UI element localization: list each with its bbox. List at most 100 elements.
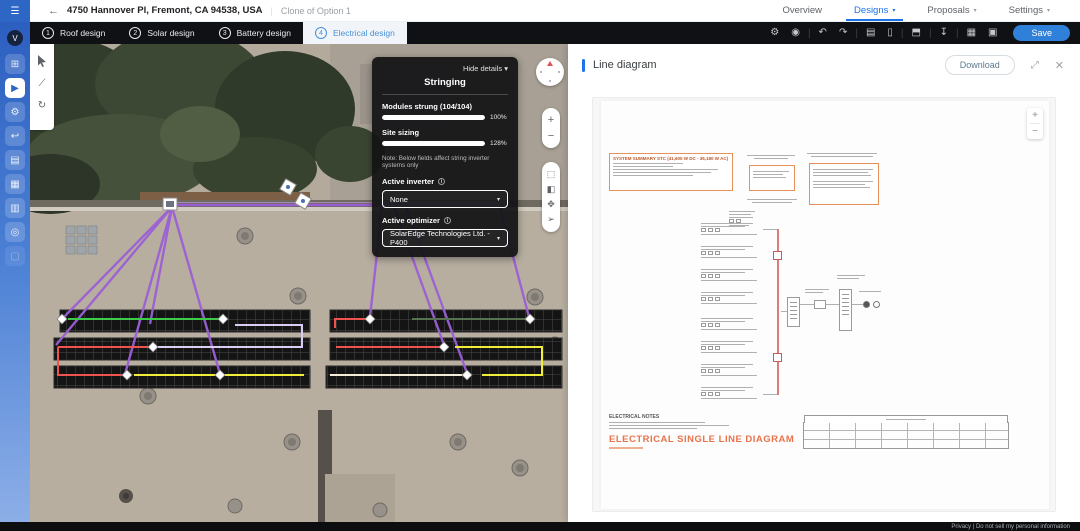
save-button[interactable]: Save [1013, 25, 1070, 41]
diagram-title-block: ELECTRICAL SINGLE LINE DIAGRAM [609, 434, 794, 449]
info-icon[interactable]: i [438, 178, 445, 185]
settings-gear-icon[interactable]: ⚙ [764, 22, 785, 44]
divider: | [853, 28, 860, 39]
measure-tool-icon[interactable]: ⟋ [34, 72, 50, 94]
site-sizing-progress-bar [382, 141, 485, 146]
system-summary-title: SYSTEM SUMMARY STC (41,600 W DC - 36,180… [613, 156, 729, 161]
panel-note [747, 197, 801, 203]
rotate-tool-icon[interactable]: ↻ [34, 94, 50, 116]
close-icon[interactable]: ✕ [1055, 59, 1064, 72]
undo-icon[interactable]: ↶ [813, 22, 833, 44]
pan-icon[interactable]: ✥ [547, 197, 555, 212]
sidebar-target-icon[interactable]: ◎ [5, 222, 25, 242]
user-avatar[interactable]: V [7, 30, 23, 46]
monitor-icon[interactable]: ▣ [982, 22, 1003, 44]
string-schematic-2 [701, 244, 763, 258]
redo-icon[interactable]: ↷ [833, 22, 853, 44]
active-inverter-select[interactable]: None ▾ [382, 190, 508, 208]
stringing-panel: Hide details ▾ Stringing Modules strung … [372, 57, 518, 257]
site-sizing-label: Site sizing [382, 128, 508, 137]
diagram-subtitle [609, 447, 643, 449]
calculator-icon[interactable]: ▤ [860, 22, 881, 44]
nav-settings[interactable]: Settings▾ [993, 0, 1066, 21]
download-icon[interactable]: ↧ [934, 22, 954, 44]
sidebar-design-active-icon[interactable]: ▶ [5, 78, 25, 98]
chevron-down-icon: ▾ [974, 7, 977, 14]
sidebar-share-icon[interactable]: ↩ [5, 126, 25, 146]
download-button[interactable]: Download [945, 55, 1015, 75]
map-tool-strip: ⟋ ↻ [30, 44, 54, 130]
diagram-zoom-out-button[interactable]: − [1032, 124, 1038, 139]
step-battery-design[interactable]: 3 Battery design [207, 22, 303, 44]
view-mode-icon[interactable]: ⬚ [547, 167, 556, 182]
zoom-out-button[interactable]: − [548, 128, 554, 144]
diagram-title: ELECTRICAL SINGLE LINE DIAGRAM [609, 434, 794, 445]
line-diagram-panel: Line diagram Download ⤢ ✕ + − SYSTEM SUM… [568, 44, 1080, 522]
string-schematic-8 [701, 385, 763, 399]
nav-designs[interactable]: Designs▾ [838, 0, 911, 21]
step-electrical-design[interactable]: 4 Electrical design [303, 22, 407, 44]
modules-progress-bar [382, 115, 485, 120]
diagram-zoom-control: + − [1027, 108, 1043, 139]
inverter-box [814, 300, 826, 309]
select-cursor-icon[interactable] [34, 50, 50, 72]
line-diagram-viewer[interactable]: + − SYSTEM SUMMARY STC (41,600 W DC - 36… [592, 97, 1056, 512]
main-nav: Overview Designs▾ Proposals▾ Settings▾ [766, 0, 1066, 21]
sidebar-document-icon[interactable]: ▤ [5, 150, 25, 170]
modules-progress-percent: 100% [490, 114, 508, 121]
map-zoom-control: + − [542, 108, 560, 148]
privacy-links[interactable]: Privacy | Do not sell my personal inform… [951, 524, 1070, 530]
sidebar-more-icon[interactable]: ▢ [5, 246, 25, 266]
meter-icon [873, 301, 880, 308]
interconnection-rule-box [749, 165, 795, 191]
fill-tool-icon[interactable]: ⬒ [906, 22, 927, 44]
sidebar-media-icon[interactable]: ▦ [5, 174, 25, 194]
module-output-note [807, 151, 881, 157]
divider: | [899, 28, 906, 39]
dc-combiner-node [773, 251, 782, 260]
diagram-page: SYSTEM SUMMARY STC (41,600 W DC - 36,180… [601, 101, 1049, 509]
hamburger-menu-icon[interactable]: ☰ [0, 0, 30, 22]
info-icon[interactable]: i [444, 217, 451, 224]
nav-overview[interactable]: Overview [766, 0, 838, 21]
diagram-zoom-in-button[interactable]: + [1032, 108, 1038, 123]
zoom-in-button[interactable]: + [548, 112, 554, 128]
sidebar-report-icon[interactable]: ▥ [5, 198, 25, 218]
inverter-label [805, 287, 831, 293]
step-solar-design[interactable]: 2 Solar design [117, 22, 206, 44]
interconnection-note [747, 153, 799, 159]
north-marker-icon [547, 61, 553, 66]
utility-meter-icon [863, 301, 870, 308]
string-schematic-3 [701, 267, 763, 281]
layers-icon[interactable]: ◧ [547, 182, 556, 197]
map-view-tools: ⬚ ◧ ✥ ➢ [542, 162, 560, 232]
electrical-notes: ELECTRICAL NOTES [609, 414, 739, 429]
step-roof-design[interactable]: 1 Roof design [30, 22, 117, 44]
device-icon[interactable]: ▯ [881, 22, 899, 44]
system-summary-box: SYSTEM SUMMARY STC (41,600 W DC - 36,180… [609, 153, 733, 191]
chevron-down-icon: ▾ [497, 235, 500, 242]
chevron-down-icon: ▾ [497, 196, 500, 203]
sidebar-settings-icon[interactable]: ⚙ [5, 102, 25, 122]
back-arrow-icon[interactable]: ← [48, 5, 59, 17]
divider: | [954, 28, 961, 39]
string-schematic-5 [701, 316, 763, 330]
visibility-eye-icon[interactable]: ◉ [785, 22, 806, 44]
wire-sizing-table-header [804, 415, 1008, 423]
map-canvas[interactable]: ⟋ ↻ + − ⬚ ◧ ✥ ➢ Hide details ▾ Stringing… [30, 44, 568, 522]
active-optimizer-select[interactable]: SolarEdge Technologies Ltd. - P400 ▾ [382, 229, 508, 247]
sidebar-apps-icon[interactable]: ⊞ [5, 54, 25, 74]
top-bar: ← 4750 Hannover Pl, Fremont, CA 94538, U… [30, 0, 1080, 22]
electrical-notes-title: ELECTRICAL NOTES [609, 414, 739, 420]
nav-proposals[interactable]: Proposals▾ [911, 0, 992, 21]
locate-icon[interactable]: ➢ [547, 212, 555, 227]
compass-control[interactable] [536, 58, 564, 86]
active-optimizer-label: Active optimizer [382, 216, 440, 225]
expand-icon[interactable]: ⤢ [1031, 60, 1039, 71]
stringing-panel-title: Stringing [382, 77, 508, 95]
hide-details-toggle[interactable]: Hide details ▾ [382, 64, 508, 73]
chevron-down-icon: ▾ [1047, 7, 1050, 14]
screenshot-icon[interactable]: ▦ [961, 22, 982, 44]
site-sizing-percent: 128% [490, 140, 508, 147]
design-step-bar: 1 Roof design 2 Solar design 3 Battery d… [30, 22, 1080, 44]
